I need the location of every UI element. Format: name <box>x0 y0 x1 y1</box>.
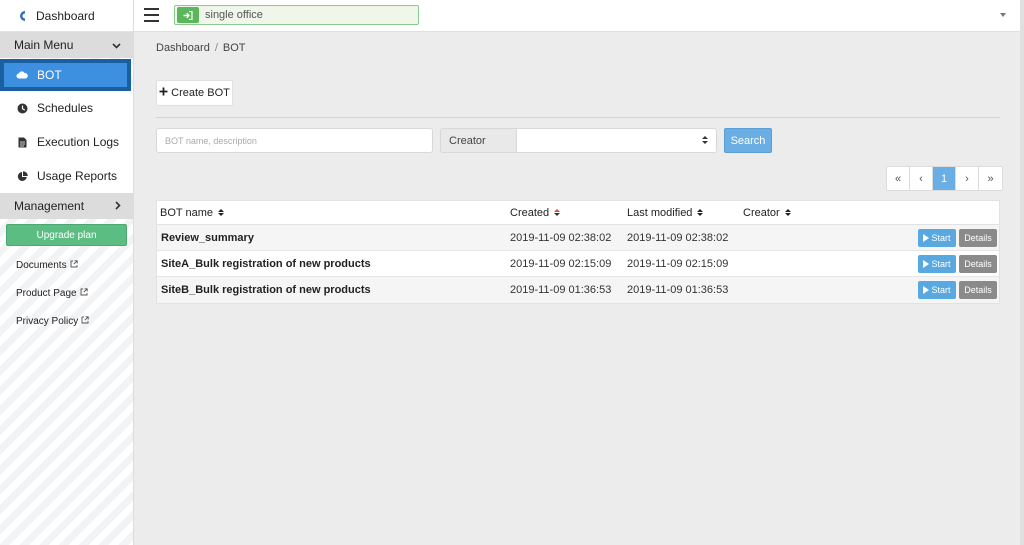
bot-name-cell: SiteB_Bulk registration of new products <box>161 284 371 296</box>
play-icon <box>923 234 930 242</box>
upgrade-plan-button[interactable]: Upgrade plan <box>6 224 127 246</box>
user-menu-caret-icon[interactable] <box>1000 13 1006 17</box>
start-label: Start <box>931 285 951 295</box>
pagination-prev[interactable]: ‹ <box>910 167 933 190</box>
column-header-label: Last modified <box>627 206 693 219</box>
sidebar-item-execution-logs[interactable]: Execution Logs <box>0 125 133 159</box>
file-icon <box>16 136 28 148</box>
modified-cell: 2019-11-09 02:38:02 <box>627 231 729 244</box>
chevron-down-icon <box>112 38 121 52</box>
page-scrollbar[interactable] <box>1020 0 1024 545</box>
sort-active-icon <box>554 208 561 217</box>
start-label: Start <box>931 259 951 269</box>
column-header-label: Creator <box>743 206 780 219</box>
sign-in-icon[interactable] <box>177 7 199 23</box>
create-bot-label: Create BOT <box>171 87 230 99</box>
details-button[interactable]: Details <box>959 229 997 247</box>
breadcrumb-separator: / <box>214 42 218 54</box>
sidebar-item-bot[interactable]: BOT <box>0 59 131 91</box>
hamburger-menu-icon[interactable] <box>144 8 159 22</box>
start-button[interactable]: Start <box>918 255 956 273</box>
external-link-icon <box>70 259 78 271</box>
start-button[interactable]: Start <box>918 229 956 247</box>
bot-table: BOT name Created Last modified Creator R… <box>156 200 1000 304</box>
play-icon <box>923 286 930 294</box>
pagination: « ‹ 1 › » <box>886 166 1003 191</box>
documents-link-label: Documents <box>16 259 67 271</box>
sidebar: Dashboard Main Menu BOT Schedules Execut… <box>0 0 134 545</box>
created-cell: 2019-11-09 02:15:09 <box>510 257 612 270</box>
create-bot-button[interactable]: Create BOT <box>156 80 233 106</box>
sidebar-section-main-menu[interactable]: Main Menu <box>0 32 133 58</box>
product-page-link[interactable]: Product Page <box>0 279 133 307</box>
management-label: Management <box>14 199 85 213</box>
column-header-created[interactable]: Created <box>510 206 561 219</box>
office-name: single office <box>205 9 263 21</box>
main-menu-label: Main Menu <box>14 38 74 52</box>
column-header-label: Created <box>510 206 550 219</box>
external-link-icon <box>80 287 88 299</box>
select-arrows-icon <box>702 136 708 144</box>
sidebar-item-label: BOT <box>37 68 62 82</box>
details-button[interactable]: Details <box>959 281 997 299</box>
bot-name-cell: Review_summary <box>161 231 254 244</box>
breadcrumb-current: BOT <box>222 42 246 54</box>
creator-filter-label: Creator <box>441 129 517 152</box>
product-page-link-label: Product Page <box>16 287 77 299</box>
topbar: single office <box>134 0 1020 32</box>
pagination-first[interactable]: « <box>887 167 910 190</box>
creator-filter: Creator <box>440 128 717 153</box>
brand-logo-icon <box>16 10 28 22</box>
clock-icon <box>16 102 28 114</box>
sort-icon <box>784 208 791 217</box>
creator-select[interactable] <box>517 129 716 152</box>
bot-name-cell: SiteA_Bulk registration of new products <box>161 257 371 270</box>
sort-icon <box>218 208 224 217</box>
cloud-icon <box>16 69 28 81</box>
external-link-icon <box>81 315 89 327</box>
sidebar-item-usage-reports[interactable]: Usage Reports <box>0 159 133 193</box>
bot-search-input[interactable] <box>156 128 433 153</box>
sidebar-item-label: Schedules <box>37 101 94 115</box>
main-content: Dashboard/BOT Create BOT Creator Search … <box>134 32 1020 545</box>
modified-cell: 2019-11-09 01:36:53 <box>627 284 729 296</box>
sidebar-item-label: Execution Logs <box>37 135 120 149</box>
sidebar-item-schedules[interactable]: Schedules <box>0 91 133 125</box>
column-header-label: BOT name <box>160 206 213 219</box>
table-header: BOT name Created Last modified Creator <box>157 201 999 225</box>
sidebar-brand[interactable]: Dashboard <box>0 0 133 32</box>
created-cell: 2019-11-09 01:36:53 <box>510 284 612 296</box>
privacy-policy-link[interactable]: Privacy Policy <box>0 307 133 335</box>
chevron-right-icon <box>115 199 121 213</box>
upgrade-wrapper: Upgrade plan <box>0 219 133 251</box>
details-button[interactable]: Details <box>959 255 997 273</box>
table-row: Review_summary 2019-11-09 02:38:02 2019-… <box>157 225 999 251</box>
breadcrumb-home[interactable]: Dashboard <box>156 42 210 54</box>
table-row: SiteB_Bulk registration of new products … <box>157 277 999 303</box>
plus-icon <box>159 87 168 99</box>
created-cell: 2019-11-09 02:38:02 <box>510 231 612 244</box>
divider <box>156 117 1000 118</box>
pagination-page-1[interactable]: 1 <box>933 167 956 190</box>
start-button[interactable]: Start <box>918 281 956 299</box>
sort-icon <box>697 208 704 217</box>
documents-link[interactable]: Documents <box>0 251 133 279</box>
table-row: SiteA_Bulk registration of new products … <box>157 251 999 277</box>
play-icon <box>923 260 930 268</box>
column-header-creator[interactable]: Creator <box>743 207 791 219</box>
office-selector[interactable]: single office <box>174 5 419 25</box>
sidebar-item-label: Usage Reports <box>37 169 118 183</box>
column-header-bot-name[interactable]: BOT name <box>160 207 224 219</box>
column-header-last-modified[interactable]: Last modified <box>627 206 704 219</box>
search-button[interactable]: Search <box>724 128 772 153</box>
pagination-last[interactable]: » <box>979 167 1002 190</box>
pagination-next[interactable]: › <box>956 167 979 190</box>
modified-cell: 2019-11-09 02:15:09 <box>627 257 729 270</box>
pie-chart-icon <box>16 170 28 182</box>
sidebar-brand-label: Dashboard <box>36 8 95 23</box>
start-label: Start <box>931 233 951 243</box>
breadcrumb: Dashboard / BOT <box>156 42 246 54</box>
privacy-policy-link-label: Privacy Policy <box>16 315 79 327</box>
sidebar-section-management[interactable]: Management <box>0 193 133 219</box>
